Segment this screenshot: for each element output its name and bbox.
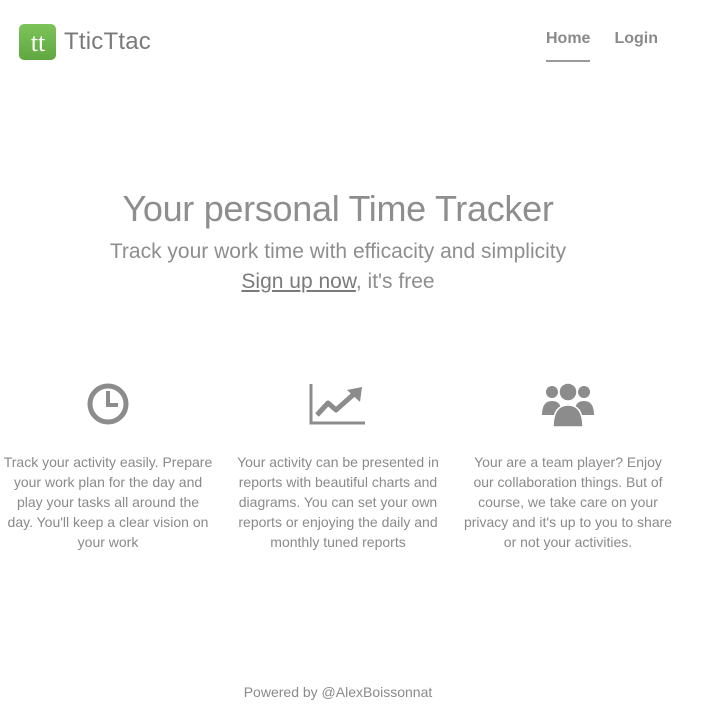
clock-icon: [3, 372, 213, 436]
feature-tracking: Track your activity easily. Prepare your…: [3, 372, 213, 552]
feature-tracking-text: Track your activity easily. Prepare your…: [3, 454, 213, 550]
footer-credit: Powered by @AlexBoissonnat: [243, 684, 433, 700]
nav-login-link[interactable]: Login: [614, 30, 658, 62]
brand-name: TticTtac: [64, 28, 151, 55]
signup-link[interactable]: Sign up now: [241, 270, 355, 293]
footer: Powered by @AlexBoissonnat: [0, 684, 676, 700]
logo-icon: tt: [19, 24, 56, 60]
feature-reports: Your activity can be presented in report…: [233, 372, 443, 552]
hero: Your personal Time Tracker Track your wo…: [0, 188, 676, 294]
hero-cta: Sign up now, it's free: [0, 270, 676, 294]
hero-subtitle: Track your work time with efficacity and…: [109, 240, 567, 263]
nav-home-link[interactable]: Home: [546, 30, 591, 62]
feature-team: Your are a team player? Enjoy our collab…: [463, 372, 673, 552]
team-icon: [463, 372, 673, 436]
hero-title: Your personal Time Tracker: [122, 188, 554, 229]
page: tt TticTtac Home Login Your personal Tim…: [0, 0, 704, 720]
brand-logo-link[interactable]: tt TticTtac: [19, 24, 151, 60]
cta-free-text: , it's free: [355, 270, 435, 293]
chart-icon: [233, 372, 443, 436]
top-nav: Home Login: [546, 30, 682, 62]
logo-letters: tt: [30, 28, 45, 57]
feature-reports-text: Your activity can be presented in report…: [237, 454, 439, 550]
feature-team-text: Your are a team player? Enjoy our collab…: [463, 454, 673, 550]
